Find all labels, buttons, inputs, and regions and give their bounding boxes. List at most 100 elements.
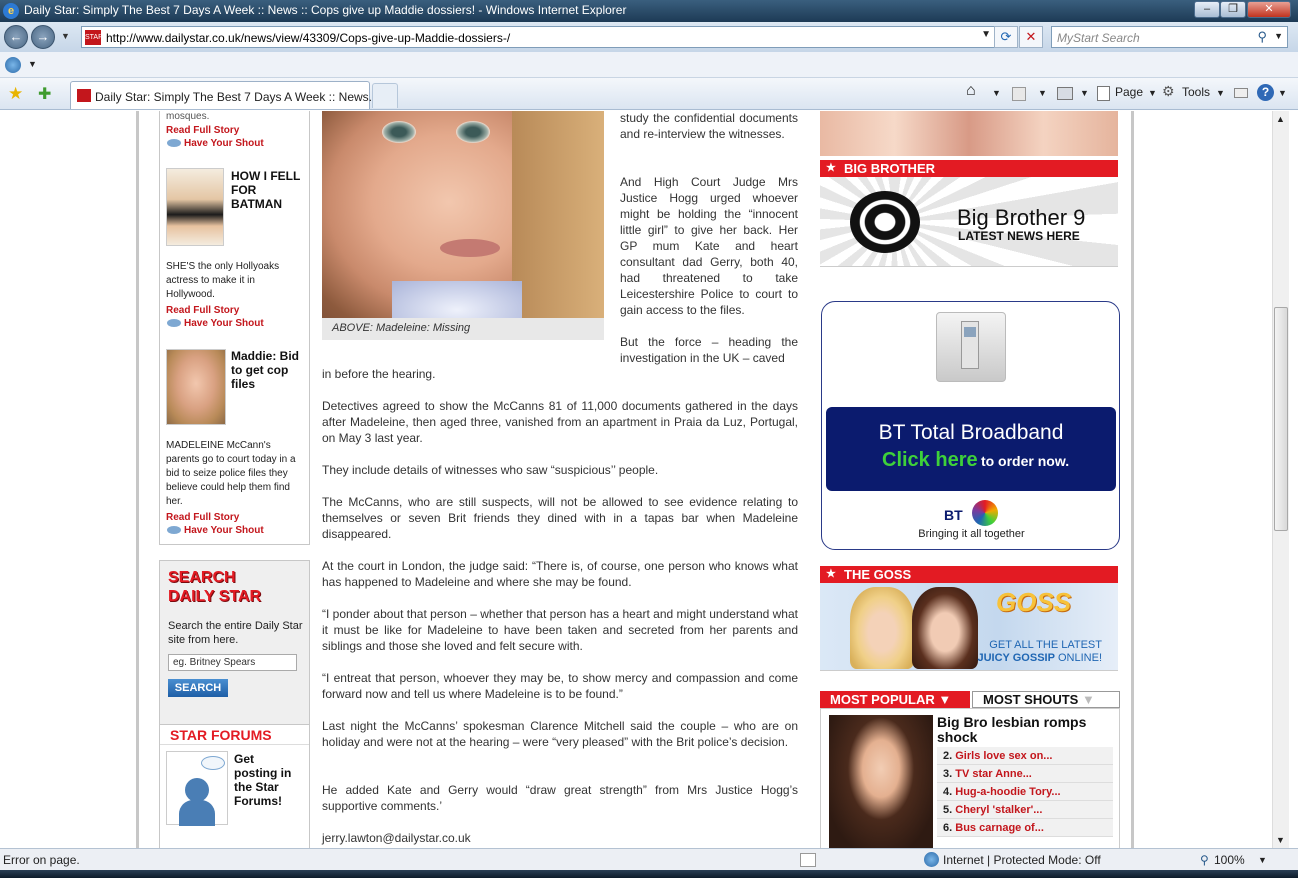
security-zone-text[interactable]: Internet | Protected Mode: Off [943, 853, 1101, 867]
print-icon[interactable] [1057, 87, 1073, 100]
search-icon[interactable]: ⚲ [1257, 29, 1267, 45]
scrollbar-thumb[interactable] [1274, 307, 1288, 531]
scroll-down-icon[interactable]: ▼ [1276, 835, 1285, 845]
globe-icon[interactable] [5, 57, 21, 73]
search-heading-line2: DAILY STAR [168, 588, 262, 605]
page-menu[interactable]: Page [1115, 85, 1143, 99]
read-full-story-link[interactable]: Read Full Story [166, 125, 239, 136]
forward-button[interactable]: → [31, 25, 55, 49]
photo-caption: ABOVE: Madeleine: Missing [322, 318, 604, 340]
close-window-button[interactable]: ✕ [1247, 1, 1291, 18]
status-text[interactable]: Error on page. [3, 853, 80, 867]
search-heading: SEARCH DAILY STAR [168, 568, 261, 606]
history-dropdown-icon[interactable]: ▼ [61, 31, 70, 41]
help-icon[interactable]: ? [1257, 84, 1274, 101]
site-search-input[interactable]: eg. Britney Spears [168, 654, 297, 671]
new-tab-button[interactable] [372, 83, 398, 108]
story-headline-batman[interactable]: HOW I FELL FOR BATMAN [231, 169, 303, 211]
hollyoaks-actress-thumbnail[interactable] [166, 168, 224, 246]
refresh-button[interactable]: ⟳ [994, 26, 1018, 48]
article-paragraph: He added Kate and Gerry would “draw grea… [322, 783, 798, 813]
print-dropdown-icon[interactable]: ▼ [1080, 88, 1089, 98]
tab-label: Daily Star: Simply The Best 7 Days A Wee… [95, 90, 379, 104]
popular-lead-image[interactable] [829, 715, 933, 848]
search-box[interactable]: MyStart Search ⚲ ▼ [1051, 26, 1288, 48]
have-your-shout-link[interactable]: Have Your Shout [166, 138, 264, 149]
vertical-scrollbar[interactable]: ▲ ▼ [1272, 111, 1289, 848]
goss-line1: GET ALL THE LATEST [989, 639, 1102, 651]
bt-brand: BT [944, 507, 963, 523]
list-item[interactable]: 4. Hug-a-hoodie Tory... [937, 783, 1113, 801]
window-title: Daily Star: Simply The Best 7 Days A Wee… [24, 3, 627, 17]
address-toolbar: ← → ▼ STAR http://www.dailystar.co.uk/ne… [0, 22, 1298, 52]
bt-broadband-ad[interactable]: BT Total Broadband Click here to order n… [821, 301, 1120, 550]
bt-ad-cta[interactable]: Click here to order now. [882, 449, 1069, 472]
search-placeholder: MyStart Search [1057, 31, 1140, 45]
the-goss-banner[interactable]: GOSS GET ALL THE LATEST JUICY GOSSIP ONL… [820, 583, 1118, 671]
have-your-shout-link[interactable]: Have Your Shout [166, 318, 264, 329]
tab-most-shouts[interactable]: MOST SHOUTS ▼ [972, 691, 1120, 708]
list-title[interactable]: Hug-a-hoodie Tory... [955, 786, 1060, 798]
list-number: 3. [943, 768, 953, 780]
research-icon[interactable] [1234, 88, 1248, 98]
popular-lead-headline[interactable]: Big Bro lesbian romps shock [937, 715, 1113, 745]
goss-logo: GOSS [996, 587, 1072, 617]
tools-dropdown-icon[interactable]: ▼ [1216, 88, 1225, 98]
back-button[interactable]: ← [4, 25, 28, 49]
list-title[interactable]: Girls love sex on... [955, 750, 1052, 762]
feeds-dropdown-icon[interactable]: ▼ [1038, 88, 1047, 98]
story-headline-maddie[interactable]: Maddie: Bid to get cop files [231, 349, 303, 391]
tab-most-popular-label: MOST POPULAR [830, 692, 935, 707]
home-dropdown-icon[interactable]: ▼ [992, 88, 1001, 98]
article-paragraph: The McCanns, who are still suspects, wil… [322, 495, 798, 541]
maximize-button[interactable]: ❐ [1220, 1, 1246, 18]
zoom-dropdown-icon[interactable]: ▼ [1258, 855, 1267, 865]
have-your-shout-link[interactable]: Have Your Shout [166, 525, 264, 536]
status-bar: Error on page. Internet | Protected Mode… [0, 848, 1298, 870]
star-forums-box: STAR FORUMS Get posting in the Star Foru… [159, 724, 310, 848]
home-icon[interactable]: ⌂ [966, 82, 976, 100]
tools-menu[interactable]: Tools [1182, 85, 1210, 99]
add-favorites-icon[interactable]: ✚ [38, 84, 51, 104]
help-dropdown-icon[interactable]: ▼ [1278, 88, 1287, 98]
url-text: http://www.dailystar.co.uk/news/view/433… [106, 31, 511, 45]
page-dropdown-icon[interactable]: ▼ [1148, 88, 1157, 98]
url-field[interactable]: STAR http://www.dailystar.co.uk/news/vie… [81, 26, 996, 48]
tab-active[interactable]: Daily Star: Simply The Best 7 Days A Wee… [70, 81, 379, 109]
photo-detail [512, 111, 604, 339]
list-title[interactable]: TV star Anne... [955, 768, 1032, 780]
author-email[interactable]: jerry.lawton@dailystar.co.uk [322, 830, 798, 846]
big-brother-banner[interactable]: Big Brother 9 LATEST NEWS HERE [820, 177, 1118, 267]
site-search-button[interactable]: SEARCH [168, 679, 228, 697]
list-title[interactable]: Bus carnage of... [955, 822, 1044, 834]
forums-cta-link[interactable]: Get posting in the Star Forums! [234, 752, 300, 808]
stop-button[interactable]: ✕ [1019, 26, 1043, 48]
url-dropdown-icon[interactable]: ▼ [981, 29, 991, 40]
tab-most-popular[interactable]: MOST POPULAR ▼ [820, 691, 970, 708]
promo-banner-image[interactable] [820, 111, 1118, 156]
list-title[interactable]: Cheryl 'stalker'... [955, 804, 1042, 816]
page-viewport: mosques. Read Full Story Have Your Shout… [0, 111, 1298, 848]
privacy-report-icon[interactable] [800, 853, 816, 867]
list-item[interactable]: 3. TV star Anne... [937, 765, 1113, 783]
favorites-star-icon[interactable]: ★ [8, 84, 23, 104]
search-description: Search the entire Daily Star site from h… [168, 620, 303, 646]
list-item[interactable]: 6. Bus carnage of... [937, 819, 1113, 837]
scroll-up-icon[interactable]: ▲ [1276, 114, 1285, 124]
madeleine-thumbnail[interactable] [166, 349, 226, 425]
zoom-level[interactable]: 100% [1214, 853, 1245, 867]
related-stories-box: mosques. Read Full Story Have Your Shout… [159, 111, 310, 545]
tab-row: ★ ✚ Daily Star: Simply The Best 7 Days A… [0, 78, 1298, 110]
bt-piper-logo-icon [972, 500, 998, 526]
read-full-story-link[interactable]: Read Full Story [166, 512, 239, 523]
dailystar-favicon-icon: STAR [85, 30, 103, 45]
globe-dropdown-icon[interactable]: ▼ [28, 59, 37, 69]
list-item[interactable]: 5. Cheryl 'stalker'... [937, 801, 1113, 819]
feeds-icon[interactable] [1012, 87, 1026, 101]
forum-avatar-icon [166, 751, 228, 826]
search-dropdown-icon[interactable]: ▼ [1274, 31, 1283, 41]
bt-click-here[interactable]: Click here [882, 449, 978, 471]
read-full-story-link[interactable]: Read Full Story [166, 305, 239, 316]
minimize-button[interactable]: ‒ [1194, 1, 1220, 18]
list-item[interactable]: 2. Girls love sex on... [937, 747, 1113, 765]
